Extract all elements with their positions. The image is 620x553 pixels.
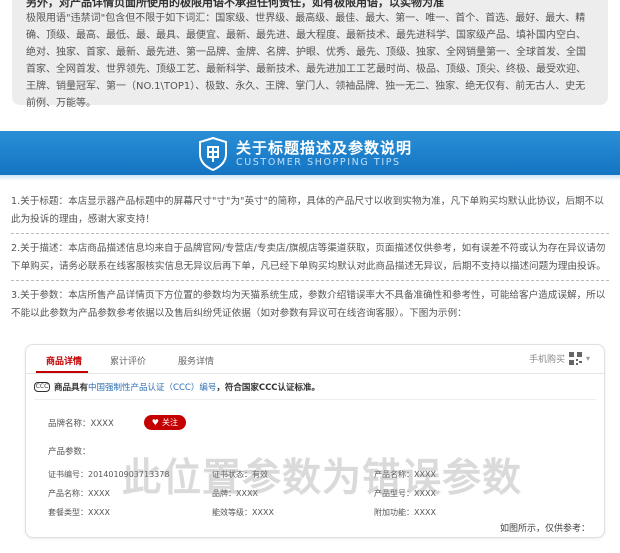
params-title: 产品参数：: [48, 447, 91, 457]
note-parameters: 3.关于参数：本店所售产品详情页下方位置的参数均为天猫系统生成，参数介绍错误率大…: [11, 290, 606, 319]
active-tab-underline: [36, 371, 88, 373]
top-notice-box: 另外，对产品详情页面所使用的极限用语不承担任何责任，如有极限用语，以实物为准 极…: [12, 0, 608, 109]
param-extra-features: 附加功能：XXXX: [374, 508, 436, 517]
prohibited-words-text: 极限用语"违禁词"包含但不限于如下词汇：国家级、世界级、最高级、最佳、最大、第一…: [26, 13, 586, 109]
qr-code-icon: [568, 352, 582, 365]
brand-name: 品牌名称：XXXX: [48, 418, 114, 429]
heart-icon: ♥: [151, 418, 159, 427]
tab-service-details[interactable]: 服务详情: [178, 354, 214, 367]
divider: [34, 399, 596, 400]
mobile-buy-link[interactable]: 手机购买 ▾: [529, 352, 590, 365]
ccc-prefix: 商品具有: [54, 383, 89, 393]
example-caption: 如图所示，仅供参考：: [499, 524, 590, 534]
banner-title: 关于标题描述及参数说明: [236, 139, 413, 157]
chevron-down-icon: ▾: [585, 354, 590, 363]
banner-subtitle: CUSTOMER SHOPPING TIPS: [236, 157, 401, 168]
mobile-buy-label: 手机购买: [528, 355, 565, 365]
example-screenshot: 商品详情 累计评价 服务详情 手机购买 ▾ CCC 商品具有 中国强制性产品认证…: [25, 344, 605, 538]
follow-label: 关注: [161, 418, 178, 427]
ccc-suffix: ，符合国家CCC认证标准。: [216, 383, 321, 393]
notes-list: 1.关于标题：本店显示器产品标题中的屏幕尺寸"寸"为"英寸"的简称，具体的产品尺…: [11, 193, 609, 333]
ccc-certification-notice: CCC 商品具有 中国强制性产品认证（CCC）编号 ，符合国家CCC认证标准。: [34, 381, 320, 393]
ccc-link[interactable]: 中国强制性产品认证（CCC）编号: [88, 381, 216, 393]
banner-content: 关于标题描述及参数说明 CUSTOMER SHOPPING TIPS: [198, 134, 412, 174]
tab-product-details[interactable]: 商品详情: [46, 354, 82, 367]
shield-icon: [199, 137, 227, 171]
ccc-icon: CCC: [34, 382, 50, 392]
param-package: 套餐类型：XXXX: [48, 508, 110, 517]
banner-shadow: [0, 175, 620, 181]
note-description: 2.关于描述：本店商品描述信息均来自于品牌官网/专营店/专卖店/旗舰店等渠道获取…: [11, 240, 609, 281]
error-watermark: 此位置参数为错误参数: [122, 456, 523, 501]
tab-reviews[interactable]: 累计评价: [110, 354, 146, 367]
param-product-name: 产品名称：XXXX: [48, 489, 110, 498]
detail-tabs: 商品详情 累计评价 服务详情 手机购买 ▾: [26, 345, 604, 374]
top-cut-heading: 另外，对产品详情页面所使用的极限用语不承担任何责任，如有极限用语，以实物为准: [26, 0, 444, 8]
follow-button[interactable]: ♥ 关注: [143, 415, 186, 430]
param-energy-grade: 能效等级：XXXX: [212, 508, 274, 517]
note-title: 1.关于标题：本店显示器产品标题中的屏幕尺寸"寸"为"英寸"的简称，具体的产品尺…: [11, 193, 609, 234]
brand-row: 品牌名称：XXXX ♥ 关注: [48, 415, 186, 430]
